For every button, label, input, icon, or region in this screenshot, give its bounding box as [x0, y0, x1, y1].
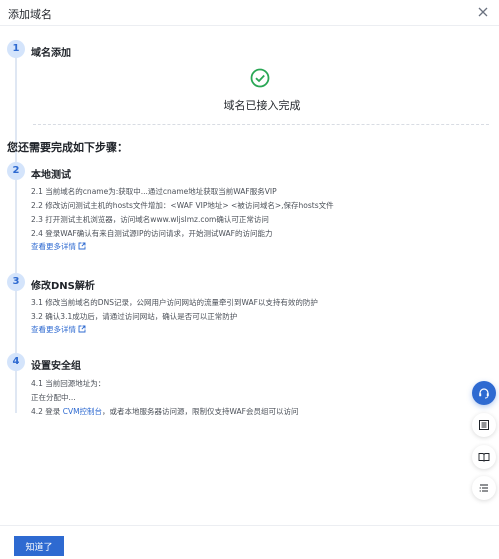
step-connector	[15, 180, 17, 273]
check-circle-icon	[250, 68, 270, 88]
dialog-header: 添加域名	[0, 0, 499, 26]
step-connector	[15, 371, 17, 413]
dialog-footer: 知道了	[0, 525, 499, 559]
cvm-console-link[interactable]: CVM控制台	[63, 407, 102, 416]
more-details-label: 查看更多详情	[31, 242, 76, 251]
customer-service-button[interactable]	[472, 381, 496, 405]
step-2-more-details-link[interactable]: 查看更多详情	[31, 241, 86, 252]
outline-list-icon	[479, 484, 488, 492]
close-icon[interactable]	[475, 4, 491, 20]
dialog-title: 添加域名	[8, 8, 52, 21]
headset-icon	[479, 388, 489, 399]
outline-button[interactable]	[472, 476, 496, 500]
success-message: 域名已接入完成	[223, 99, 301, 112]
step-title-local-test: 本地测试	[31, 170, 71, 181]
step-title-modify-dns: 修改DNS解析	[31, 281, 95, 292]
section-divider	[33, 124, 489, 125]
step-4-line-suffix: ，或者本地服务器访问源，限制仅支持WAF会员组可以访问	[102, 407, 299, 416]
step-4-line: 4.2 登录 CVM控制台，或者本地服务器访问源，限制仅支持WAF会员组可以访问	[31, 406, 299, 417]
external-link-icon	[78, 325, 86, 333]
step-title-domain-add: 域名添加	[31, 48, 71, 59]
step-number-2: 2	[7, 162, 25, 180]
step-connector	[15, 291, 17, 353]
step-2-line: 2.2 修改访问测试主机的hosts文件增加：<WAF VIP地址> <被访问域…	[31, 201, 334, 210]
step-number-4: 4	[7, 353, 25, 371]
ok-button[interactable]: 知道了	[14, 536, 64, 556]
more-details-label: 查看更多详情	[31, 325, 76, 334]
external-link-icon	[78, 242, 86, 250]
step-4-line-prefix: 4.2 登录	[31, 407, 63, 416]
guide-button[interactable]	[472, 445, 496, 469]
step-4-line: 正在分配中...	[31, 393, 76, 402]
step-2-line: 2.3 打开测试主机浏览器，访问域名www.wljslmz.com确认可正常访问	[31, 215, 269, 224]
section-heading: 您还需要完成如下步骤：	[7, 141, 128, 154]
step-3-line: 3.2 确认3.1成功后，请通过访问网站，确认是否可以正常防护	[31, 312, 238, 321]
step-number-1: 1	[7, 40, 25, 58]
step-title-security-group: 设置安全组	[31, 361, 81, 372]
book-icon	[478, 453, 490, 462]
step-3-more-details-link[interactable]: 查看更多详情	[31, 324, 86, 335]
document-list-icon	[479, 420, 489, 430]
documents-button[interactable]	[472, 413, 496, 437]
step-2-line: 2.1 当前域名的cname为:获取中...通过cname地址获取当前WAF服务…	[31, 187, 277, 196]
step-4-line: 4.1 当前回源地址为：	[31, 379, 106, 388]
step-3-line: 3.1 修改当前域名的DNS记录，公网用户访问网站的流量牵引到WAF以支持有效的…	[31, 298, 318, 307]
step-number-3: 3	[7, 273, 25, 291]
step-2-line: 2.4 登录WAF确认有来自测试源IP的访问请求，开始测试WAF的访问能力	[31, 229, 273, 238]
